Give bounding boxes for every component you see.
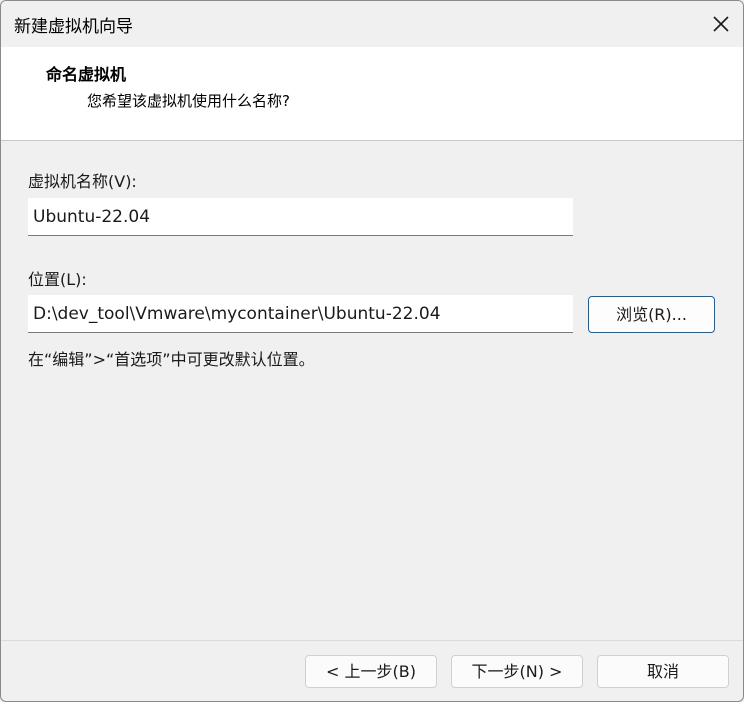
next-button[interactable]: 下一步(N) > <box>451 655 583 688</box>
location-hint: 在“编辑”>“首选项”中可更改默认位置。 <box>28 350 315 369</box>
window-title: 新建虚拟机向导 <box>14 17 133 37</box>
page-subtitle: 您希望该虚拟机使用什么名称? <box>87 92 290 110</box>
cancel-button[interactable]: 取消 <box>597 655 729 688</box>
page-title: 命名虚拟机 <box>46 65 127 84</box>
location-label: 位置(L): <box>28 270 87 289</box>
footer-divider <box>1 640 743 641</box>
close-button[interactable] <box>697 1 743 47</box>
wizard-header: 命名虚拟机 您希望该虚拟机使用什么名称? <box>1 47 743 141</box>
close-icon <box>713 16 729 32</box>
vm-name-input[interactable] <box>28 198 573 236</box>
new-vm-wizard-window: 新建虚拟机向导 命名虚拟机 您希望该虚拟机使用什么名称? 虚拟机名称(V): 位… <box>0 0 744 702</box>
location-input[interactable] <box>28 295 573 333</box>
browse-button[interactable]: 浏览(R)... <box>588 296 715 333</box>
title-bar: 新建虚拟机向导 <box>1 1 743 47</box>
vm-name-label: 虚拟机名称(V): <box>28 172 137 191</box>
back-button[interactable]: < 上一步(B) <box>305 655 437 688</box>
